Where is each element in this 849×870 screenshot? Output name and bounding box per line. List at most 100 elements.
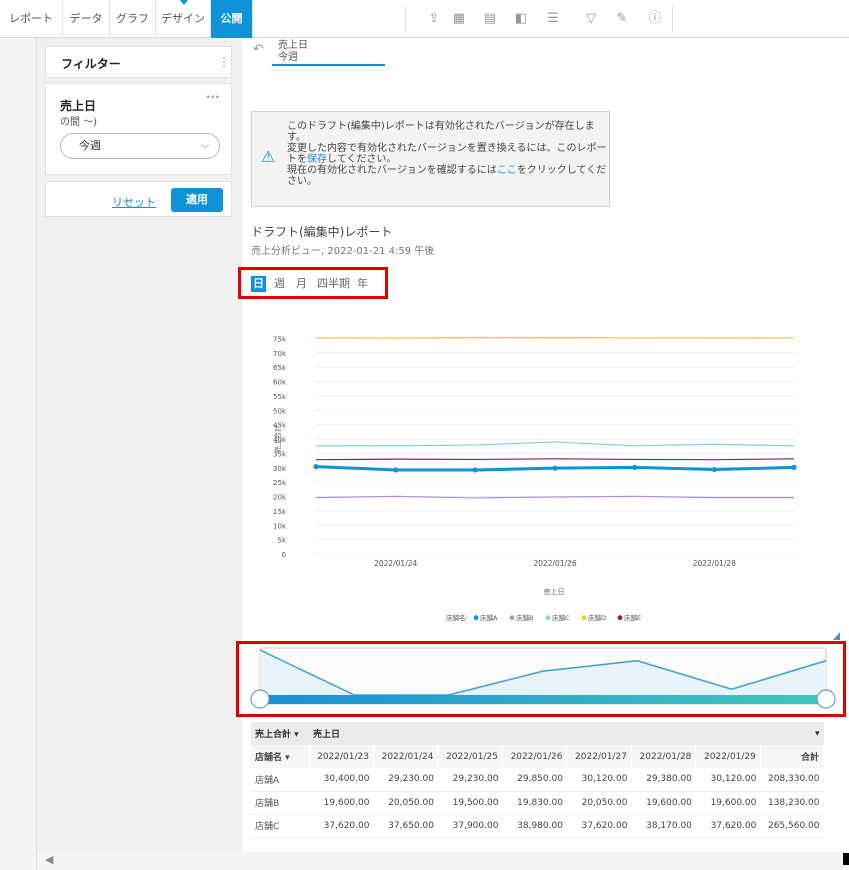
filter-card-sales-date: 売上日 ··· の間 ～) 今週 ⌵ xyxy=(45,83,232,175)
legend-swatch xyxy=(545,615,551,621)
range-handle-left[interactable] xyxy=(250,689,270,709)
more-options-icon[interactable]: ··· xyxy=(206,90,220,104)
granularity-year[interactable]: 年 xyxy=(357,276,368,292)
legend-item[interactable]: 店舗C xyxy=(552,613,570,622)
table-row: 店舗C 37,620.00 37,650.00 37,900.00 38,980.00 3… xyxy=(251,814,824,838)
panel-icon[interactable]: ◧ xyxy=(513,11,529,27)
sales-line-chart: 05k10k15k20k25k30k35k40k45k50k55k60k65k7… xyxy=(273,335,797,622)
table-cell: 30,120.00 xyxy=(695,768,761,792)
legend-swatch xyxy=(617,615,623,621)
granularity-quarter[interactable]: 四半期 xyxy=(317,276,350,292)
chevron-down-icon: ⌵ xyxy=(201,140,209,151)
warning-icon: ⚠ xyxy=(261,147,276,166)
table-cell: 265,560.00 xyxy=(760,814,824,838)
legend-item[interactable]: 店舗B xyxy=(516,613,533,622)
table-menu-icon[interactable]: ▾ xyxy=(760,722,824,745)
row-label[interactable]: 店舗B xyxy=(251,791,309,815)
data-point[interactable] xyxy=(711,466,717,473)
tab-publish[interactable]: 公開 xyxy=(211,0,253,38)
x-axis-label: 売上日 xyxy=(544,587,565,596)
table-cell: 29,380.00 xyxy=(631,768,696,792)
column-header[interactable]: 2022/01/28 xyxy=(631,745,697,768)
table-icon[interactable]: ▤ xyxy=(482,11,498,27)
apply-button[interactable]: 適用 xyxy=(171,188,223,212)
scroll-left-icon[interactable]: ◀ xyxy=(45,853,53,866)
column-header[interactable]: 2022/01/23 xyxy=(309,745,374,768)
column-header[interactable]: 2022/01/29 xyxy=(695,745,761,768)
resize-corner-icon[interactable] xyxy=(833,632,840,640)
toolbar-divider xyxy=(672,6,673,32)
row-label[interactable]: 店舗A xyxy=(251,768,309,792)
column-header[interactable]: 2022/01/24 xyxy=(373,745,439,768)
reset-link[interactable]: リセット xyxy=(112,194,156,210)
range-handle-right[interactable] xyxy=(816,689,836,709)
table-cell: 19,600.00 xyxy=(631,791,696,815)
info-icon[interactable]: ⓘ xyxy=(647,11,663,27)
filter-icon[interactable]: ▽ xyxy=(583,11,599,27)
calendar-icon[interactable]: ▦ xyxy=(451,11,467,27)
data-point[interactable] xyxy=(632,464,638,471)
granularity-week[interactable]: 週 xyxy=(274,276,285,292)
applied-filter-chip[interactable]: 売上日 今週 xyxy=(272,38,385,66)
here-link[interactable]: ここ xyxy=(497,165,517,176)
column-header[interactable]: 2022/01/25 xyxy=(437,745,503,768)
navigator-range-bar[interactable] xyxy=(260,695,826,704)
x-tick-label: 2022/01/26 xyxy=(533,559,576,568)
y-tick-label: 55k xyxy=(273,393,287,401)
row-header[interactable]: 店舗名 ▾ xyxy=(251,745,310,768)
legend-item[interactable]: 店舗A xyxy=(480,613,498,622)
granularity-month[interactable]: 月 xyxy=(296,276,307,292)
table-cell: 37,620.00 xyxy=(309,814,374,838)
table-cell: 29,230.00 xyxy=(373,768,438,792)
list-icon[interactable]: ☰ xyxy=(545,11,561,27)
legend-item[interactable]: 店舗E xyxy=(624,613,641,622)
notice-line-1: このドラフト(編集中)レポートは有効化されたバージョンが存在します。 xyxy=(287,121,595,143)
filter-field-condition: の間 ～) xyxy=(60,117,98,128)
column-header[interactable]: 2022/01/27 xyxy=(566,745,632,768)
chip-value: 今週 xyxy=(278,52,298,63)
export-icon[interactable]: ⇪ xyxy=(426,11,442,27)
y-tick-label: 30k xyxy=(273,465,287,473)
chip-field: 売上日 xyxy=(278,40,308,51)
tab-design[interactable]: デザイン xyxy=(156,0,211,38)
legend-swatch xyxy=(509,615,515,621)
column-header[interactable]: 2022/01/26 xyxy=(502,745,568,768)
table-cell: 37,650.00 xyxy=(373,814,438,838)
table-cell: 37,620.00 xyxy=(695,814,761,838)
undo-icon[interactable]: ↶ xyxy=(253,42,264,57)
data-point[interactable] xyxy=(552,465,558,471)
filter-menu-icon[interactable]: ⋮ xyxy=(218,55,230,69)
filter-period-select[interactable]: 今週 ⌵ xyxy=(60,133,220,159)
x-tick-label: 2022/01/24 xyxy=(374,559,417,568)
data-point[interactable] xyxy=(472,467,478,473)
row-label[interactable]: 店舗C xyxy=(251,814,309,838)
horizontal-scrollbar[interactable]: ◀ xyxy=(37,852,849,870)
filter-actions: リセット 適用 xyxy=(45,181,232,217)
measure-header[interactable]: 売上合計 ▾ xyxy=(251,722,309,745)
table-cell: 19,830.00 xyxy=(502,791,567,815)
legend-item[interactable]: 店舗D xyxy=(588,613,606,622)
dimension-header[interactable]: 売上日 xyxy=(309,722,761,745)
save-link[interactable]: 保存 xyxy=(307,154,327,165)
tab-report[interactable]: レポート xyxy=(0,0,63,38)
top-tab-bar: レポート データ グラフ デザイン 公開 ⇪ ▦ ▤ ◧ ☰ ▽ ✎ ⓘ xyxy=(0,0,849,38)
pen-icon[interactable]: ✎ xyxy=(614,11,630,27)
tab-chart[interactable]: グラフ xyxy=(110,0,156,38)
data-point[interactable] xyxy=(393,467,399,473)
table-cell: 37,900.00 xyxy=(437,814,503,838)
series-line-店舗C[interactable] xyxy=(315,441,795,447)
column-header[interactable]: 合計 xyxy=(760,745,825,768)
series-line-店舗E[interactable] xyxy=(315,458,795,461)
granularity-day[interactable]: 日 xyxy=(251,276,266,292)
data-point[interactable] xyxy=(791,464,797,471)
table-cell: 38,170.00 xyxy=(631,814,696,838)
tab-data[interactable]: データ xyxy=(63,0,110,38)
y-tick-label: 10k xyxy=(273,522,287,530)
notice-line-2-tail: してください。 xyxy=(327,154,397,165)
table-cell: 19,600.00 xyxy=(695,791,761,815)
range-navigator[interactable] xyxy=(246,632,842,716)
data-point[interactable] xyxy=(313,464,319,470)
legend-swatch xyxy=(581,615,587,621)
series-line-店舗D[interactable] xyxy=(315,336,795,339)
filter-title: フィルター xyxy=(61,57,121,71)
